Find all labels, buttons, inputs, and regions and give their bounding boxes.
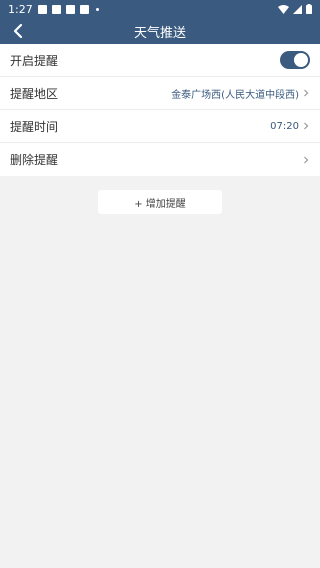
row-reminder-region[interactable]: 提醒地区 金泰广场西(人民大道中段西) xyxy=(0,77,320,110)
row-label-enable-reminder: 开启提醒 xyxy=(10,53,59,68)
notification-icon xyxy=(79,4,89,14)
toggle-knob xyxy=(294,53,308,67)
row-enable-reminder[interactable]: 开启提醒 xyxy=(0,44,320,77)
battery-icon xyxy=(306,4,312,14)
row-reminder-time[interactable]: 提醒时间 07:20 xyxy=(0,110,320,143)
notification-icon xyxy=(65,4,75,14)
chevron-right-icon xyxy=(304,156,309,163)
status-right xyxy=(278,4,312,14)
wifi-icon xyxy=(278,4,289,14)
cellular-signal-icon xyxy=(293,4,302,14)
row-label-delete-reminder: 删除提醒 xyxy=(10,153,59,167)
reminder-time-value-group: 07:20 xyxy=(270,121,310,132)
back-arrow-icon[interactable] xyxy=(10,22,28,40)
status-bar: 1:27 xyxy=(0,0,320,18)
chevron-right-icon xyxy=(304,89,309,97)
notification-icon xyxy=(51,4,61,14)
notification-icon xyxy=(37,4,47,14)
page-title: 天气推送 xyxy=(133,25,186,41)
add-reminder-container: + 增加提醒 xyxy=(0,190,320,214)
enable-reminder-toggle[interactable] xyxy=(280,51,310,69)
row-delete-reminder[interactable]: 删除提醒 xyxy=(0,143,320,176)
row-label-reminder-time: 提醒时间 xyxy=(10,119,59,134)
add-reminder-button[interactable]: + 增加提醒 xyxy=(98,190,222,214)
nav-bar: 天气推送 xyxy=(0,18,320,44)
reminder-time-value: 07:20 xyxy=(270,120,299,132)
more-notifications-icon xyxy=(95,7,99,11)
status-time: 1:27 xyxy=(8,2,33,16)
reminder-region-value-group: 金泰广场西(人民大道中段西) xyxy=(171,86,310,101)
delete-reminder-chevron-group xyxy=(302,156,310,164)
chevron-right-icon xyxy=(304,122,309,130)
settings-list: 开启提醒 提醒地区 金泰广场西(人民大道中段西) 提醒时间 07:20 删除提醒 xyxy=(0,44,320,176)
top-bar: 1:27 天气推送 xyxy=(0,0,320,44)
row-label-reminder-region: 提醒地区 xyxy=(10,86,59,101)
status-left: 1:27 xyxy=(8,3,99,16)
reminder-region-value: 金泰广场西(人民大道中段西) xyxy=(171,89,299,101)
